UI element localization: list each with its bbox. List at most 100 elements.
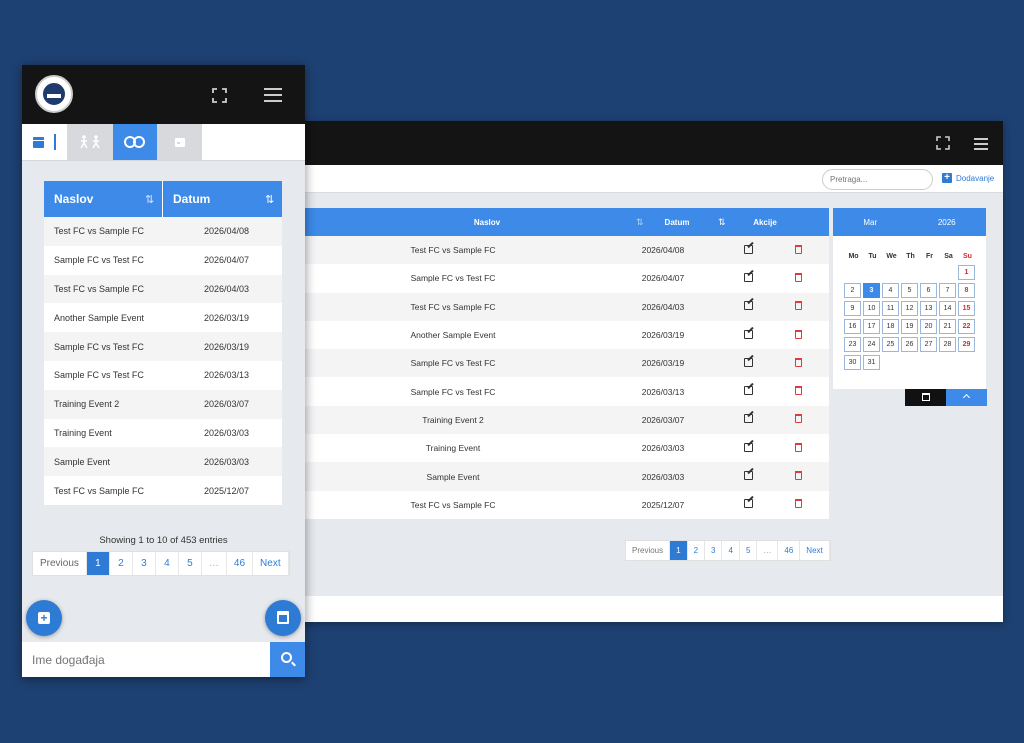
table-row[interactable]: Training Event 2026/03/03 [305, 434, 829, 462]
edit-icon[interactable] [743, 499, 753, 509]
menu-icon[interactable] [974, 138, 988, 150]
trash-icon[interactable] [794, 414, 802, 424]
edit-icon[interactable] [743, 272, 753, 282]
calendar-toggle-button[interactable] [905, 389, 946, 406]
table-row[interactable]: Sample FC vs Test FC 2026/03/19 [305, 349, 829, 378]
trash-icon[interactable] [794, 499, 802, 509]
calendar-day[interactable]: 23 [844, 337, 861, 352]
calendar-month[interactable]: Mar [863, 218, 877, 227]
calendar-day[interactable]: 28 [939, 337, 956, 352]
edit-icon[interactable] [743, 357, 753, 367]
search-button[interactable] [270, 642, 305, 677]
edit-icon[interactable] [743, 329, 753, 339]
pager-next[interactable]: Next [800, 541, 830, 560]
table-row[interactable]: Test FC vs Sample FC 2025/12/07 [305, 491, 829, 519]
calendar-day[interactable]: 15 [958, 301, 975, 316]
club-logo[interactable] [35, 75, 73, 113]
pager-page[interactable]: 1 [86, 552, 110, 575]
calendar-day[interactable]: 10 [863, 301, 880, 316]
trash-icon[interactable] [794, 329, 802, 339]
pager-page[interactable]: 5 [179, 552, 202, 575]
table-row[interactable]: Sample FC vs Test FC 2026/04/07 [305, 264, 829, 292]
table-row[interactable]: Training Event 2 2026/03/07 [305, 405, 829, 435]
pager-page[interactable]: 2 [688, 541, 706, 560]
calendar-fab[interactable] [265, 600, 301, 636]
calendar-day[interactable]: 31 [863, 355, 880, 370]
table-row[interactable]: Sample FC vs Test FC 2026/03/13 [305, 377, 829, 405]
trash-icon[interactable] [794, 244, 802, 254]
calendar-day[interactable]: 4 [882, 283, 899, 298]
desktop-search-input[interactable] [822, 169, 933, 190]
calendar-day[interactable]: 20 [920, 319, 937, 334]
calendar-day[interactable]: 9 [844, 301, 861, 316]
calendar-day[interactable]: 6 [920, 283, 937, 298]
pager-page[interactable]: 3 [133, 552, 156, 575]
table-row[interactable]: Test FC vs Sample FC 2026/04/08 [305, 236, 829, 265]
calendar-day[interactable]: 12 [901, 301, 918, 316]
calendar-day[interactable]: 3 [863, 283, 880, 298]
table-row[interactable]: Test FC vs Sample FC 2026/04/03 [305, 292, 829, 321]
pager-page[interactable]: 1 [670, 541, 688, 560]
calendar-day[interactable]: 18 [882, 319, 899, 334]
sort-icon[interactable]: ⇅ [145, 193, 154, 206]
table-row[interactable]: Sample FC vs Test FC 2026/03/13 [44, 361, 282, 390]
sort-desc-icon[interactable]: ⇅ [718, 217, 726, 228]
tab-rings[interactable] [113, 124, 157, 160]
calendar-day[interactable]: 30 [844, 355, 861, 370]
event-name-search-input[interactable] [22, 642, 270, 677]
sort-desc-icon[interactable]: ⇅ [265, 193, 274, 206]
table-row[interactable]: Sample FC vs Test FC 2026/04/07 [44, 246, 282, 275]
trash-icon[interactable] [794, 386, 802, 396]
collapse-button[interactable] [946, 389, 987, 406]
pager-page[interactable]: 4 [722, 541, 740, 560]
calendar-day[interactable]: 27 [920, 337, 937, 352]
tab-schedule[interactable] [157, 124, 202, 160]
trash-icon[interactable] [794, 442, 802, 452]
calendar-day[interactable]: 11 [882, 301, 899, 316]
edit-icon[interactable] [743, 414, 753, 424]
tab-calendar[interactable] [22, 124, 67, 160]
calendar-day[interactable]: 21 [939, 319, 956, 334]
calendar-day[interactable]: 7 [939, 283, 956, 298]
table-row[interactable]: Sample Event 2026/03/03 [305, 462, 829, 491]
calendar-day[interactable]: 2 [844, 283, 861, 298]
table-row[interactable]: Sample FC vs Test FC 2026/03/19 [44, 332, 282, 361]
tab-players[interactable] [67, 124, 113, 160]
edit-icon[interactable] [743, 244, 753, 254]
calendar-day[interactable]: 16 [844, 319, 861, 334]
calendar-day[interactable]: 24 [863, 337, 880, 352]
calendar-day[interactable]: 17 [863, 319, 880, 334]
pager-page[interactable]: 46 [227, 552, 254, 575]
pager-previous[interactable]: Previous [626, 541, 671, 560]
add-event-button[interactable]: + Dodavanje [942, 173, 994, 183]
pager-previous[interactable]: Previous [33, 552, 87, 575]
pager-page[interactable]: 46 [778, 541, 801, 560]
calendar-day[interactable]: 14 [939, 301, 956, 316]
edit-icon[interactable] [743, 471, 753, 481]
table-row[interactable]: Test FC vs Sample FC 2025/12/07 [44, 476, 282, 505]
column-date-header[interactable]: Datum [163, 192, 210, 206]
menu-icon[interactable] [264, 88, 282, 102]
add-event-fab[interactable]: + [26, 600, 62, 636]
calendar-day[interactable]: 1 [958, 265, 975, 280]
trash-icon[interactable] [794, 301, 802, 311]
calendar-day[interactable]: 29 [958, 337, 975, 352]
pager-page[interactable]: 4 [156, 552, 179, 575]
calendar-day[interactable]: 19 [901, 319, 918, 334]
table-row[interactable]: Training Event 2 2026/03/07 [44, 389, 282, 419]
table-row[interactable]: Another Sample Event 2026/03/19 [305, 321, 829, 349]
calendar-day[interactable]: 22 [958, 319, 975, 334]
table-row[interactable]: Another Sample Event 2026/03/19 [44, 303, 282, 332]
edit-icon[interactable] [743, 442, 753, 452]
trash-icon[interactable] [794, 357, 802, 367]
edit-icon[interactable] [743, 301, 753, 311]
table-row[interactable]: Sample Event 2026/03/03 [44, 447, 282, 477]
table-row[interactable]: Test FC vs Sample FC 2026/04/08 [44, 217, 282, 246]
pager-page[interactable]: 2 [110, 552, 133, 575]
table-row[interactable]: Test FC vs Sample FC 2026/04/03 [44, 274, 282, 304]
table-row[interactable]: Training Event 2026/03/03 [44, 419, 282, 448]
calendar-day[interactable]: 5 [901, 283, 918, 298]
calendar-day[interactable]: 13 [920, 301, 937, 316]
calendar-day[interactable]: 8 [958, 283, 975, 298]
calendar-day[interactable]: 25 [882, 337, 899, 352]
